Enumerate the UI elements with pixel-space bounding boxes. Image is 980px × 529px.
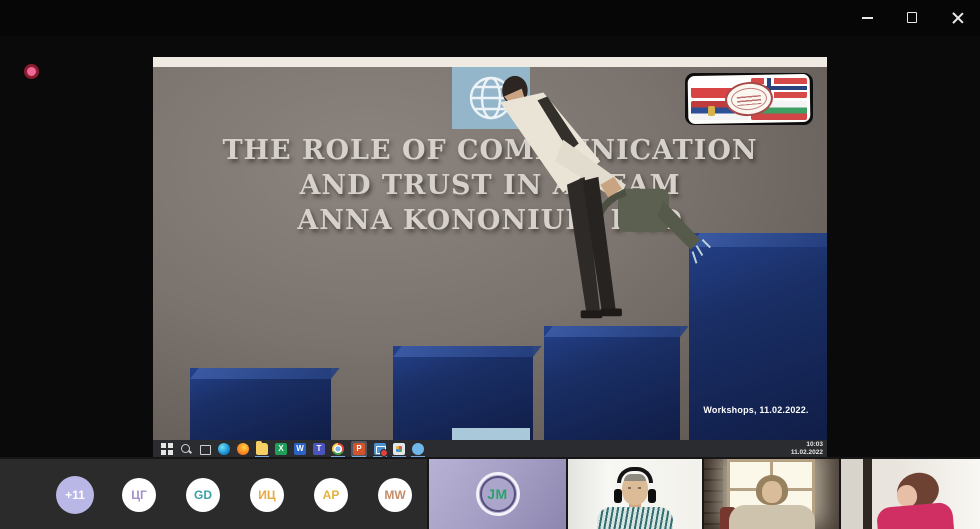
firefox-browser-icon	[237, 443, 249, 455]
participant-avatar[interactable]: GD	[186, 478, 220, 512]
blue-cube-medium	[393, 346, 533, 440]
clock-time: 10:03	[791, 441, 823, 449]
initials-avatar: JM	[476, 472, 520, 516]
clock-date: 11.02.2022	[791, 449, 823, 457]
participant-avatar[interactable]: ИЦ	[250, 478, 284, 512]
avatar-zone: +11 ЦГ GD ИЦ AP MW	[0, 459, 427, 529]
spotlight-initials: JM	[487, 486, 507, 502]
powerpoint-active-highlight	[351, 441, 367, 457]
photos-app-icon	[393, 443, 405, 455]
slide-top-strip	[153, 57, 827, 67]
participant-avatar[interactable]: ЦГ	[122, 478, 156, 512]
edge-browser-icon	[218, 443, 230, 455]
blue-cube-large	[544, 326, 680, 440]
minimize-icon	[862, 17, 873, 19]
file-explorer-icon	[256, 443, 268, 455]
task-view-icon	[199, 443, 211, 455]
word-icon	[294, 443, 306, 455]
recording-indicator-icon	[24, 64, 39, 79]
maximize-button[interactable]	[890, 0, 935, 36]
overflow-participants-badge[interactable]: +11	[56, 476, 94, 514]
slide-accent-bar	[452, 428, 530, 440]
excel-icon	[275, 443, 287, 455]
window-controls	[845, 0, 980, 36]
participant-avatar[interactable]: MW	[378, 478, 412, 512]
slide-footer-note: Workshops, 11.02.2022.	[689, 405, 823, 415]
meeting-stage: THE ROLE OF COMMUNICATION AND TRUST IN A…	[0, 36, 980, 457]
presenter-taskbar: 10:03 11.02.2022	[153, 440, 827, 457]
participant-avatar[interactable]: AP	[314, 478, 348, 512]
participant-video-woman-window[interactable]	[704, 459, 839, 529]
window-titlebar	[0, 0, 980, 36]
windows-start-icon	[161, 443, 173, 455]
close-icon	[952, 12, 963, 23]
participants-strip: +11 ЦГ GD ИЦ AP MW JM	[0, 457, 980, 529]
blue-cube-small	[190, 368, 331, 440]
chrome-browser-icon	[332, 443, 344, 455]
maximize-icon	[907, 12, 917, 23]
shared-screen-slide: THE ROLE OF COMMUNICATION AND TRUST IN A…	[153, 57, 827, 440]
man-watering-illustration	[448, 67, 733, 332]
powerpoint-icon	[353, 443, 365, 455]
taskbar-clock: 10:03 11.02.2022	[791, 441, 823, 456]
skype-icon	[412, 443, 424, 455]
participant-video-man-headphones[interactable]	[568, 459, 702, 529]
participant-tile-initials[interactable]: JM	[429, 459, 566, 529]
participant-video-woman-pink[interactable]	[841, 459, 980, 529]
close-button[interactable]	[935, 0, 980, 36]
teams-icon	[313, 443, 325, 455]
mail-notification-icon	[374, 443, 386, 455]
search-icon	[180, 443, 192, 455]
minimize-button[interactable]	[845, 0, 890, 36]
